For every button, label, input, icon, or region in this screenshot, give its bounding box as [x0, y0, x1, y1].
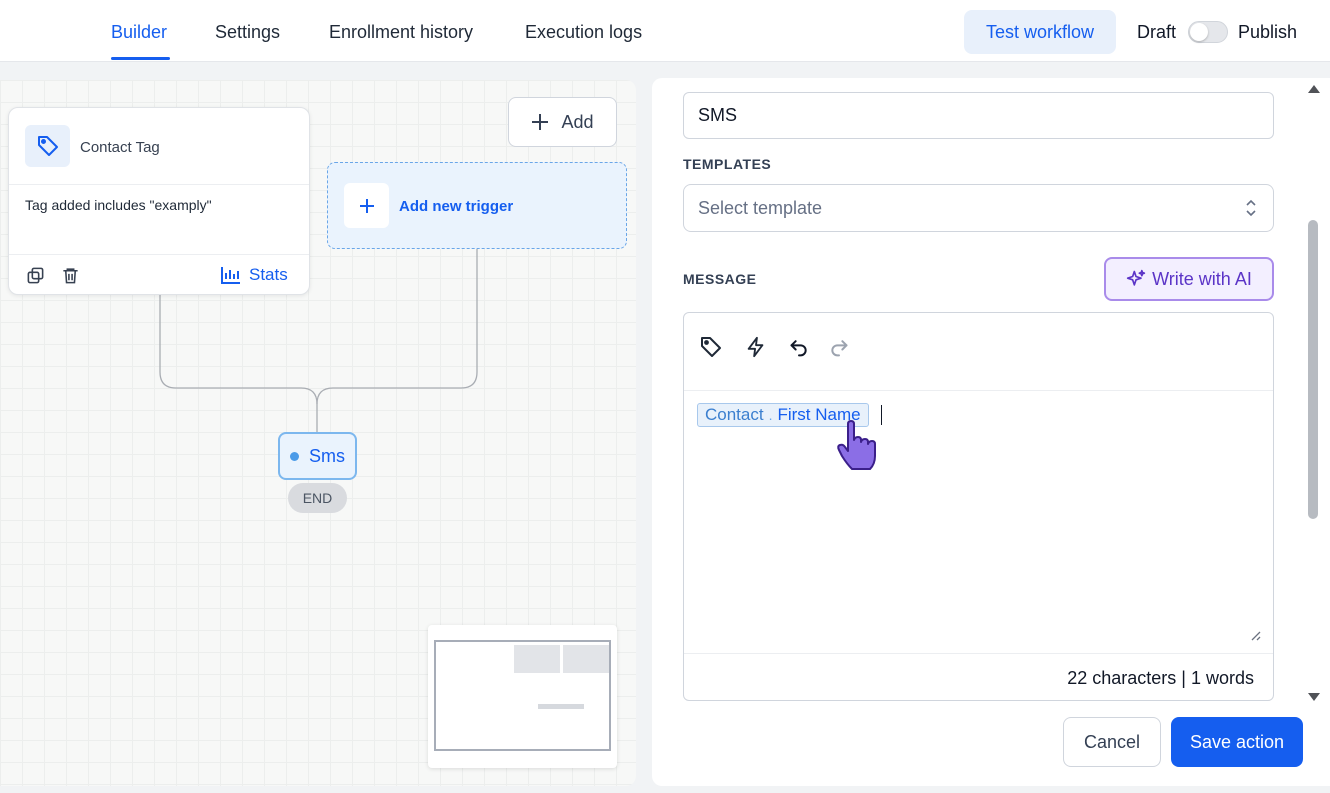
write-with-ai-button[interactable]: Write with AI	[1104, 257, 1274, 301]
draft-label: Draft	[1137, 22, 1177, 42]
divider	[9, 254, 309, 255]
add-new-trigger-button[interactable]: Add new trigger	[327, 162, 627, 249]
bar-chart-icon	[221, 267, 240, 284]
publish-label: Publish	[1238, 22, 1298, 42]
action-name-input[interactable]	[683, 92, 1274, 139]
message-label: MESSAGE	[683, 271, 757, 287]
write-with-ai-label: Write with AI	[1152, 268, 1252, 289]
divider	[9, 184, 309, 185]
divider	[684, 390, 1273, 391]
trigger-description: Tag added includes "examply"	[25, 197, 212, 213]
plus-icon	[344, 183, 389, 228]
tab-enrollment-history[interactable]: Enrollment history	[329, 22, 473, 43]
chip-object: Contact	[705, 405, 764, 424]
publish-toggle[interactable]	[1188, 21, 1228, 43]
action-config-panel: TEMPLATES Select template MESSAGE Write …	[652, 78, 1330, 786]
template-placeholder: Select template	[698, 197, 823, 218]
stats-label: Stats	[249, 265, 288, 284]
cancel-button[interactable]: Cancel	[1063, 717, 1161, 767]
hand-cursor-icon	[837, 420, 876, 470]
stats-button[interactable]: Stats	[221, 265, 288, 285]
minimap-viewport[interactable]	[434, 640, 611, 751]
status-dot	[290, 451, 299, 461]
trigger-card-contact-tag[interactable]: Contact Tag Tag added includes "examply"…	[8, 107, 310, 295]
scroll-down-icon[interactable]	[1307, 692, 1321, 702]
sms-action-node[interactable]: Sms	[278, 432, 357, 480]
redo-icon[interactable]	[825, 333, 853, 361]
sms-node-label: Sms	[309, 445, 345, 466]
undo-icon[interactable]	[785, 333, 813, 361]
tab-execution-logs[interactable]: Execution logs	[525, 22, 642, 43]
trigger-title: Contact Tag	[80, 139, 160, 156]
trash-icon[interactable]	[59, 264, 81, 286]
resize-handle-icon[interactable]	[1249, 629, 1261, 641]
workflow-canvas[interactable]: Contact Tag Tag added includes "examply"…	[0, 80, 636, 786]
tab-builder[interactable]: Builder	[111, 22, 167, 43]
toggle-knob	[1190, 23, 1208, 41]
add-button[interactable]: Add	[508, 97, 617, 147]
chevron-up-down-icon	[1246, 199, 1256, 217]
add-label: Add	[561, 111, 594, 132]
save-action-button[interactable]: Save action	[1171, 717, 1303, 767]
divider	[684, 653, 1273, 654]
tag-icon[interactable]	[697, 333, 725, 361]
character-counter: 22 characters | 1 words	[1067, 668, 1254, 688]
chip-separator: .	[768, 407, 773, 423]
scroll-up-icon[interactable]	[1307, 84, 1321, 94]
end-node: END	[288, 483, 347, 513]
add-new-trigger-label: Add new trigger	[399, 198, 514, 215]
test-workflow-button[interactable]: Test workflow	[964, 10, 1116, 54]
scrollbar-thumb[interactable]	[1308, 220, 1318, 519]
tag-icon	[25, 125, 70, 167]
lightning-icon[interactable]	[742, 333, 770, 361]
tab-settings[interactable]: Settings	[215, 22, 280, 43]
top-navigation-bar: Builder Settings Enrollment history Exec…	[0, 0, 1330, 62]
message-editor[interactable]: Contact . First Name 22 characters | 1 w…	[683, 312, 1274, 701]
sparkle-icon	[1126, 269, 1146, 286]
active-tab-indicator	[111, 57, 170, 60]
plus-icon	[532, 114, 549, 130]
copy-icon[interactable]	[24, 264, 46, 286]
template-select[interactable]: Select template	[683, 184, 1274, 232]
minimap[interactable]	[428, 625, 617, 768]
text-caret	[881, 405, 882, 425]
templates-label: TEMPLATES	[683, 156, 772, 172]
